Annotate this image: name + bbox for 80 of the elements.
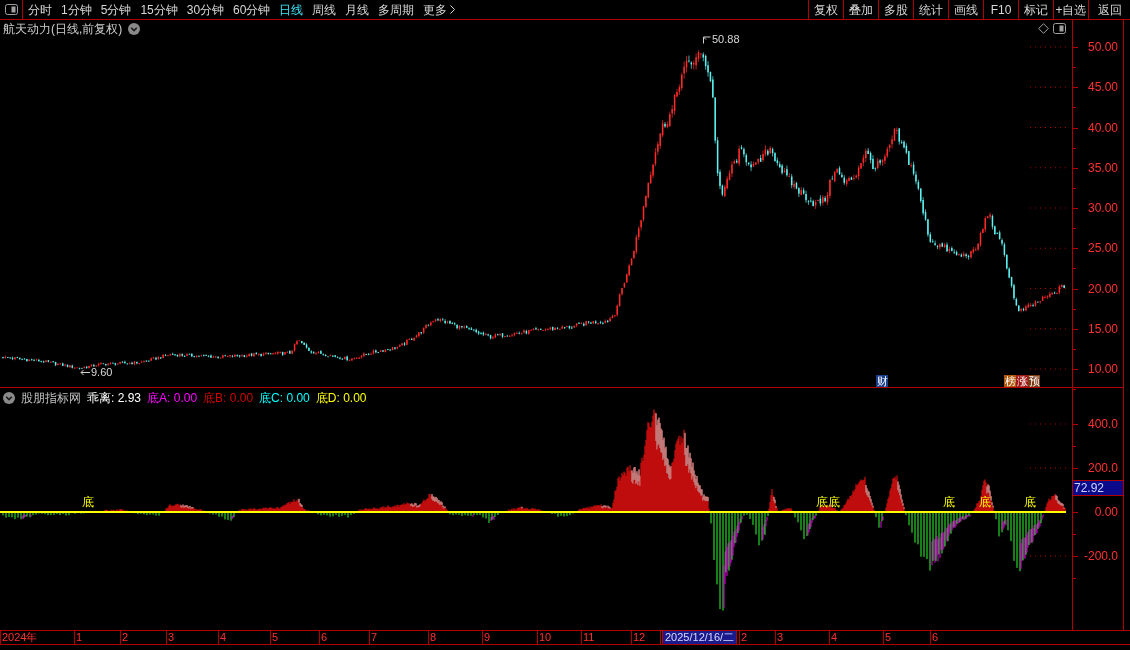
toolbar-button[interactable]: 复权 <box>808 0 843 19</box>
time-axis-label: 10 <box>539 631 552 644</box>
toolbar-button[interactable]: F10 <box>983 0 1018 19</box>
time-axis-label: 6 <box>321 631 328 644</box>
time-axis-label: 2 <box>122 631 129 644</box>
diamond-icon[interactable] <box>1038 23 1049 34</box>
period-tab[interactable]: 日线 <box>279 3 304 16</box>
time-axis-label: 9 <box>484 631 491 644</box>
toolbar-button[interactable]: 统计 <box>913 0 948 19</box>
low-price-label: 9.60 <box>91 367 113 378</box>
indicator-axis-label: 0.00 <box>1094 506 1118 518</box>
indicator-reading: 乖离: 2.93 <box>87 392 142 404</box>
time-axis-label: 2024年 <box>2 631 38 644</box>
high-price-label: 50.88 <box>712 34 740 45</box>
price-axis-label: 10.00 <box>1087 363 1118 375</box>
time-axis-label: 3 <box>777 631 784 644</box>
pointer-arrow-icon <box>703 35 711 44</box>
event-marker[interactable]: 榜 <box>1004 375 1016 387</box>
signal-label: 底 <box>979 496 991 508</box>
signal-label: 底 <box>82 496 94 508</box>
toolbar-button[interactable]: 叠加 <box>843 0 878 19</box>
price-axis-label: 35.00 <box>1087 161 1118 174</box>
toolbar-button[interactable]: 返回 <box>1088 0 1130 19</box>
toolbar-button[interactable]: 多股 <box>878 0 913 19</box>
period-tab[interactable]: 15分钟 <box>140 3 178 16</box>
price-axis-label: 30.00 <box>1087 202 1118 214</box>
time-axis-label: 1 <box>76 631 83 644</box>
period-tab[interactable]: 1分钟 <box>61 3 92 16</box>
indicator-reading: 底A: 0.00 <box>147 392 198 404</box>
time-axis-label: 5 <box>272 631 279 644</box>
toolbar-button[interactable]: 标记 <box>1018 0 1053 19</box>
price-axis-label: 25.00 <box>1087 242 1118 255</box>
indicator-axis-label: 400.0 <box>1087 418 1118 430</box>
time-axis-label: 4 <box>220 631 227 644</box>
period-tab[interactable]: 60分钟 <box>233 3 271 16</box>
indicator-axis-label: -200.0 <box>1083 550 1118 562</box>
time-axis-label: 12 <box>633 631 646 644</box>
toolbar-button[interactable]: +自选 <box>1053 0 1088 19</box>
left-arrow-icon <box>80 369 90 376</box>
period-tab[interactable]: 月线 <box>345 3 370 16</box>
price-axis-label: 20.00 <box>1087 282 1118 295</box>
split-panel-icon <box>1053 23 1066 34</box>
time-axis-label: 2 <box>741 631 748 644</box>
chevron-right-icon <box>450 5 456 14</box>
indicator-reading: 底D: 0.00 <box>315 392 367 404</box>
event-marker[interactable]: 涨 <box>1016 375 1028 387</box>
indicator-reading: 底B: 0.00 <box>203 392 254 404</box>
period-tab[interactable]: 周线 <box>312 3 337 16</box>
indicator-name: 股朋指标网 <box>21 392 81 404</box>
time-axis-label: 5 <box>885 631 892 644</box>
period-tab[interactable]: 多周期 <box>378 3 415 16</box>
period-tab[interactable]: 5分钟 <box>100 3 132 16</box>
price-axis-label: 40.00 <box>1087 121 1118 134</box>
indicator-reading: 底C: 0.00 <box>259 392 310 404</box>
price-axis-label: 45.00 <box>1087 81 1118 94</box>
stock-title: 航天动力(日线,前复权) <box>3 23 123 35</box>
price-axis-label: 15.00 <box>1087 322 1118 335</box>
split-panel-icon <box>4 4 18 15</box>
time-axis-label: 3 <box>168 631 175 644</box>
event-marker[interactable]: 预 <box>1028 375 1040 387</box>
time-axis-label: 8 <box>430 631 437 644</box>
signal-label: 底 <box>943 496 955 508</box>
chevron-circle-icon[interactable] <box>128 23 141 35</box>
time-axis-label: 6 <box>932 631 939 644</box>
indicator-axis-label: 200.0 <box>1087 462 1118 474</box>
signal-label: 底 <box>1024 496 1036 508</box>
price-axis-label: 50.00 <box>1087 41 1118 53</box>
period-tab[interactable]: 更多 <box>423 3 456 16</box>
toolbar-button[interactable]: 画线 <box>948 0 983 19</box>
time-axis-label: 11 <box>583 631 595 644</box>
chevron-circle-icon[interactable] <box>3 392 15 404</box>
time-axis-label: 2025/12/16/二 <box>662 631 738 644</box>
signal-label: 底 <box>816 496 828 508</box>
signal-label: 底 <box>828 496 840 508</box>
period-tab[interactable]: 30分钟 <box>186 3 225 16</box>
time-axis-label: 4 <box>831 631 838 644</box>
time-axis-label: 7 <box>371 631 378 644</box>
cursor-value-label: 72.92 <box>1073 480 1123 496</box>
event-marker[interactable]: 财 <box>876 375 888 387</box>
period-tab[interactable]: 分时 <box>28 3 52 16</box>
